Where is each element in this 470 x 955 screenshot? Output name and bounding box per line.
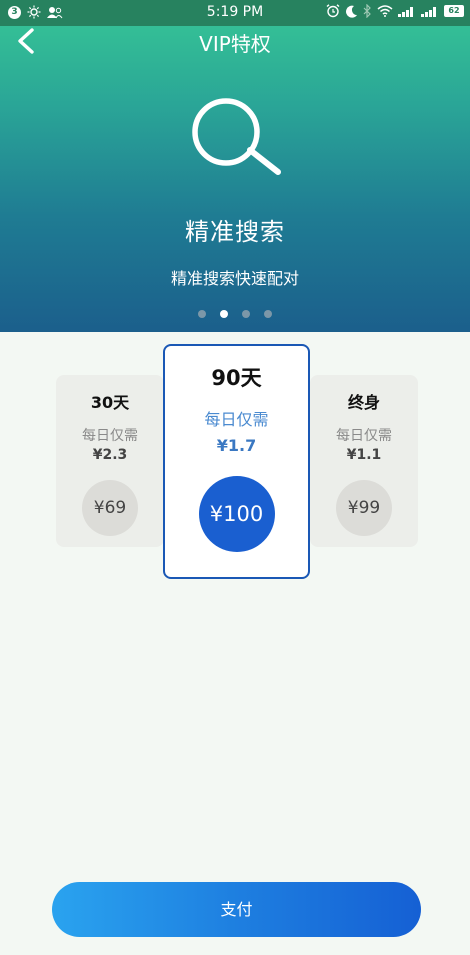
signal-icon-1	[398, 7, 413, 17]
carousel-dot[interactable]	[242, 310, 250, 318]
plan-daily-label: 每日仅需	[82, 428, 138, 444]
bluetooth-icon	[363, 4, 371, 18]
carousel-dot[interactable]	[264, 310, 272, 318]
plan-daily-label: 每日仅需	[204, 410, 269, 429]
plan-title: 90天	[211, 366, 262, 390]
plan-daily-price: ¥1.1	[346, 447, 382, 463]
page-title: VIP特权	[199, 32, 271, 56]
status-bar: 3 5:19 PM 62	[0, 0, 470, 26]
carousel-indicator	[198, 310, 272, 318]
carousel-dot[interactable]	[198, 310, 206, 318]
feature-title: 精准搜索	[185, 218, 285, 246]
plan-price: ¥69	[82, 480, 138, 536]
plan-title: 终身	[347, 393, 380, 412]
hero-banner: 3 5:19 PM 62 VIP特权 精准搜索 精准搜索快速配对	[0, 0, 470, 332]
carousel-dot-active[interactable]	[220, 310, 228, 318]
signal-icon-2	[421, 7, 436, 17]
feature-description: 精准搜索快速配对	[170, 269, 299, 288]
plan-card-90-days-selected[interactable]: 90天 每日仅需 ¥1.7 ¥100	[163, 344, 310, 579]
battery-indicator: 62	[444, 5, 464, 17]
search-icon	[192, 98, 281, 175]
status-right: 62	[326, 4, 464, 18]
plan-daily-label: 每日仅需	[336, 428, 392, 444]
plan-price: ¥100	[198, 476, 275, 552]
plan-price: ¥99	[336, 480, 392, 536]
plan-title: 30天	[90, 393, 130, 412]
pay-button[interactable]: 支付	[52, 882, 421, 937]
plan-card-30-days[interactable]: 30天 每日仅需 ¥2.3 ¥69	[56, 375, 164, 547]
plan-card-lifetime[interactable]: 终身 每日仅需 ¥1.1 ¥99	[310, 375, 418, 547]
moon-icon	[346, 5, 357, 18]
plan-daily-price: ¥1.7	[216, 436, 257, 455]
wifi-icon	[377, 5, 393, 17]
plan-daily-price: ¥2.3	[92, 447, 128, 463]
alarm-icon	[326, 4, 340, 18]
